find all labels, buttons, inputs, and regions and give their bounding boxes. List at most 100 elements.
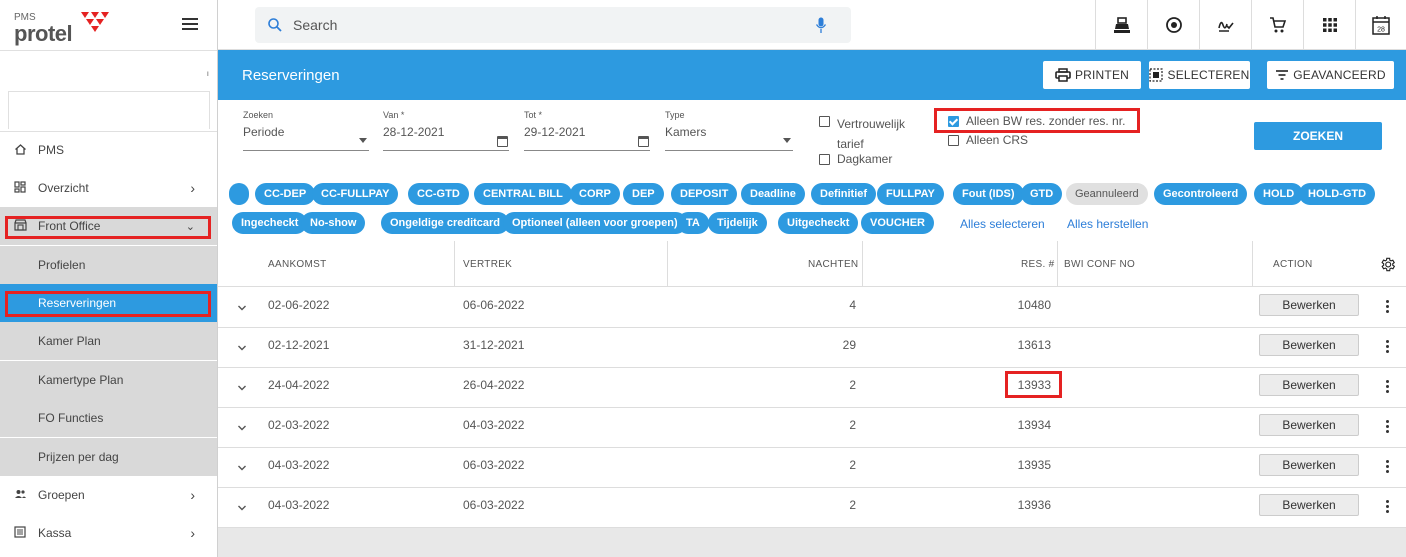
dayroom-checkbox[interactable]: Dagkamer bbox=[819, 152, 892, 166]
table-row[interactable]: 02-12-2021 31-12-2021 29 13613 Bewerken bbox=[218, 328, 1406, 368]
crs-only-checkbox[interactable]: Alleen CRS bbox=[948, 133, 1028, 147]
calendar-icon[interactable] bbox=[497, 136, 508, 147]
tag-chip[interactable]: DEPOSIT bbox=[671, 183, 738, 205]
bw-only-checkbox[interactable]: Alleen BW res. zonder res. nr. bbox=[948, 114, 1125, 128]
tag-chip[interactable]: CC-GTD bbox=[408, 183, 469, 205]
tag-chip[interactable]: Ingecheckt bbox=[232, 212, 308, 234]
sign-button[interactable] bbox=[1199, 0, 1251, 50]
sidebar-item-pms[interactable]: PMS bbox=[0, 131, 217, 169]
tag-chip[interactable]: TA bbox=[677, 212, 709, 234]
table-row[interactable]: 24-04-2022 26-04-2022 2 13933 Bewerken bbox=[218, 368, 1406, 408]
expand-chevron-icon[interactable] bbox=[237, 423, 247, 433]
signature-icon bbox=[1217, 21, 1234, 32]
more-options-icon[interactable] bbox=[1386, 460, 1390, 474]
edit-button[interactable]: Bewerken bbox=[1259, 374, 1359, 396]
microphone-icon[interactable] bbox=[815, 17, 827, 34]
col-bwi[interactable]: BWI CONF NO bbox=[1064, 259, 1135, 270]
tag-chip[interactable] bbox=[229, 183, 249, 205]
table-row[interactable]: 02-06-2022 06-06-2022 4 10480 Bewerken bbox=[218, 288, 1406, 328]
more-options-icon[interactable] bbox=[1386, 340, 1390, 354]
cart-button[interactable] bbox=[1251, 0, 1303, 50]
user-field[interactable] bbox=[8, 91, 210, 129]
tag-chip[interactable]: GTD bbox=[1021, 183, 1063, 205]
tag-chip[interactable]: CC-DEP bbox=[255, 183, 316, 205]
cell-arrival: 24-04-2022 bbox=[268, 378, 330, 392]
select-button[interactable]: SELECTEREN bbox=[1149, 61, 1250, 89]
table-row[interactable]: 04-03-2022 06-03-2022 2 13936 Bewerken bbox=[218, 488, 1406, 528]
sidebar-item-overzicht[interactable]: Overzicht › bbox=[0, 169, 217, 207]
confidential-rate-checkbox[interactable]: Vertrouwelijk tarief bbox=[819, 114, 919, 154]
calendar-icon[interactable] bbox=[638, 136, 649, 147]
expand-chevron-icon[interactable] bbox=[237, 303, 247, 313]
more-options-icon[interactable] bbox=[1386, 420, 1390, 434]
tag-chip[interactable]: VOUCHER bbox=[861, 212, 935, 234]
more-options-icon[interactable] bbox=[1386, 300, 1390, 314]
date-from-field[interactable]: Van * 28-12-2021 bbox=[383, 110, 509, 151]
tag-chip[interactable]: HOLD bbox=[1254, 183, 1304, 205]
checkbox-icon bbox=[819, 154, 830, 165]
tag-chip[interactable]: DEP bbox=[623, 183, 664, 205]
sidebar-item-front-office[interactable]: Front Office ⌄ bbox=[0, 207, 217, 245]
select-all-link[interactable]: Alles selecteren bbox=[960, 217, 1045, 231]
tag-chip[interactable]: HOLD-GTD bbox=[1299, 183, 1376, 205]
record-button[interactable] bbox=[1147, 0, 1199, 50]
expand-chevron-icon[interactable] bbox=[237, 383, 247, 393]
tag-chip[interactable]: CC-FULLPAY bbox=[312, 183, 399, 205]
col-res[interactable]: RES. # bbox=[1021, 259, 1054, 270]
tag-chip[interactable]: Optioneel (alleen voor groepen) bbox=[503, 212, 687, 234]
chevron-right-icon: › bbox=[190, 525, 195, 541]
sidebar-item-kassa[interactable]: Kassa › bbox=[0, 514, 217, 552]
col-departure[interactable]: VERTREK bbox=[463, 259, 512, 270]
tag-chip[interactable]: FULLPAY bbox=[877, 183, 944, 205]
tag-chip[interactable]: Tijdelijk bbox=[708, 212, 767, 234]
edit-button[interactable]: Bewerken bbox=[1259, 414, 1359, 436]
type-select[interactable]: Type Kamers bbox=[665, 110, 793, 151]
more-options-icon[interactable] bbox=[1386, 500, 1390, 514]
tag-chip[interactable]: CORP bbox=[570, 183, 620, 205]
confidential-line1: Vertrouwelijk bbox=[837, 117, 906, 131]
expand-chevron-icon[interactable] bbox=[237, 463, 247, 473]
search-type-select[interactable]: Zoeken Periode bbox=[243, 110, 369, 151]
print-button[interactable]: PRINTEN bbox=[1043, 61, 1141, 89]
col-arrival[interactable]: AANKOMST bbox=[268, 259, 327, 270]
tag-chip[interactable]: Gecontroleerd bbox=[1154, 183, 1248, 205]
menu-toggle-icon[interactable] bbox=[182, 18, 198, 30]
search-button[interactable]: ZOEKEN bbox=[1254, 122, 1382, 150]
cart-icon bbox=[1269, 17, 1286, 33]
col-nights[interactable]: NACHTEN bbox=[808, 259, 858, 270]
tag-chip[interactable]: Ongeldige creditcard bbox=[381, 212, 510, 234]
tag-chip[interactable]: CENTRAL BILL bbox=[474, 183, 572, 205]
edit-button[interactable]: Bewerken bbox=[1259, 334, 1359, 356]
cell-nights: 2 bbox=[849, 418, 856, 432]
sidebar-item-reserveringen[interactable]: Reserveringen bbox=[0, 284, 217, 322]
apps-button[interactable] bbox=[1303, 0, 1355, 50]
tag-chip[interactable]: Uitgecheckt bbox=[778, 212, 859, 234]
date-to-field[interactable]: Tot * 29-12-2021 bbox=[524, 110, 650, 151]
sidebar-item-fo-functies[interactable]: FO Functies bbox=[0, 399, 217, 437]
expand-chevron-icon[interactable] bbox=[237, 343, 247, 353]
reset-all-link[interactable]: Alles herstellen bbox=[1067, 217, 1148, 231]
more-options-icon[interactable] bbox=[1386, 380, 1390, 394]
sidebar-item-profielen[interactable]: Profielen bbox=[0, 246, 217, 284]
tag-chip[interactable]: Definitief bbox=[811, 183, 877, 205]
tag-chip[interactable]: Deadline bbox=[741, 183, 805, 205]
sidebar-item-prijzen-per-dag[interactable]: Prijzen per dag bbox=[0, 438, 217, 476]
sidebar-item-kamer-plan[interactable]: Kamer Plan bbox=[0, 322, 217, 360]
edit-button[interactable]: Bewerken bbox=[1259, 494, 1359, 516]
tag-chip[interactable]: Fout (IDS) bbox=[953, 183, 1024, 205]
calendar-button[interactable]: 28 bbox=[1355, 0, 1406, 50]
search-input[interactable]: Search bbox=[255, 7, 851, 43]
sidebar-item-kamertype-plan[interactable]: Kamertype Plan bbox=[0, 361, 217, 399]
edit-button[interactable]: Bewerken bbox=[1259, 294, 1359, 316]
cash-register-button[interactable] bbox=[1095, 0, 1147, 50]
settings-gear-icon[interactable] bbox=[1379, 256, 1396, 273]
table-row[interactable]: 04-03-2022 06-03-2022 2 13935 Bewerken bbox=[218, 448, 1406, 488]
tag-chip[interactable]: Geannuleerd bbox=[1066, 183, 1148, 205]
advanced-button[interactable]: GEAVANCEERD bbox=[1267, 61, 1394, 89]
protel-logo: PMS protel bbox=[14, 12, 114, 46]
edit-button[interactable]: Bewerken bbox=[1259, 454, 1359, 476]
table-row[interactable]: 02-03-2022 04-03-2022 2 13934 Bewerken bbox=[218, 408, 1406, 448]
expand-chevron-icon[interactable] bbox=[237, 503, 247, 513]
tag-chip[interactable]: No-show bbox=[301, 212, 366, 234]
sidebar-item-groepen[interactable]: Groepen › bbox=[0, 476, 217, 514]
